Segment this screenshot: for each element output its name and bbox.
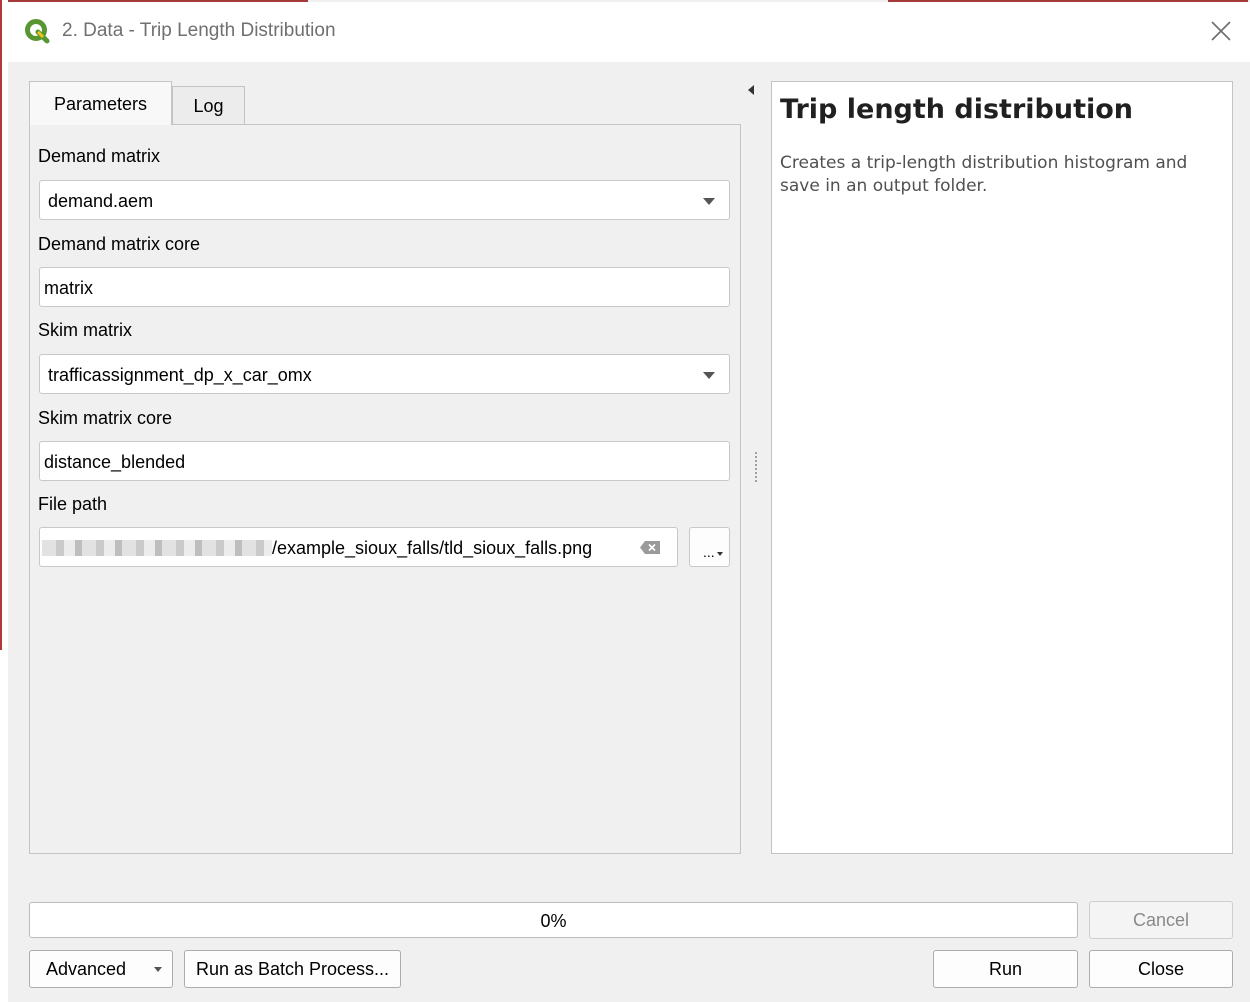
close-button[interactable]: Close bbox=[1089, 950, 1233, 988]
demand-core-input[interactable]: matrix bbox=[39, 267, 730, 307]
chevron-down-icon bbox=[703, 372, 715, 379]
demand-core-label: Demand matrix core bbox=[38, 234, 201, 254]
file-path-value: /example_sioux_falls/tld_sioux_falls.png bbox=[272, 538, 593, 558]
help-description: Creates a trip-length distribution histo… bbox=[780, 153, 1188, 196]
tab-parameters[interactable]: Parameters bbox=[29, 81, 172, 125]
help-title: Trip length distribution bbox=[780, 94, 1134, 125]
run-batch-button[interactable]: Run as Batch Process... bbox=[184, 950, 401, 988]
clear-text-icon[interactable] bbox=[639, 540, 661, 555]
chevron-down-icon bbox=[717, 552, 723, 556]
skim-matrix-label: Skim matrix bbox=[38, 320, 132, 340]
file-path-input[interactable]: /example_sioux_falls/tld_sioux_falls.png bbox=[39, 527, 678, 567]
browse-button[interactable]: ... bbox=[689, 527, 730, 567]
window-title: 2. Data - Trip Length Distribution bbox=[62, 20, 336, 41]
window-left-edge bbox=[0, 0, 8, 1002]
demand-matrix-label: Demand matrix bbox=[38, 146, 161, 166]
skim-core-label: Skim matrix core bbox=[38, 408, 173, 428]
demand-matrix-value: demand.aem bbox=[48, 191, 154, 211]
title-bar: 2. Data - Trip Length Distribution bbox=[8, 2, 1250, 62]
demand-matrix-combo[interactable]: demand.aem bbox=[39, 180, 730, 220]
skim-matrix-combo[interactable]: trafficassignment_dp_x_car_omx bbox=[39, 354, 730, 394]
skim-core-input[interactable]: distance_blended bbox=[39, 441, 730, 481]
help-panel: Trip length distribution Creates a trip-… bbox=[771, 81, 1233, 854]
tab-log[interactable]: Log bbox=[172, 86, 245, 125]
redacted-path bbox=[42, 540, 272, 556]
collapse-arrow-icon[interactable] bbox=[748, 85, 754, 95]
close-icon[interactable] bbox=[1206, 16, 1236, 46]
splitter-handle[interactable] bbox=[755, 452, 757, 484]
skim-core-value: distance_blended bbox=[44, 452, 186, 472]
chevron-down-icon bbox=[703, 198, 715, 205]
browse-label: ... bbox=[703, 544, 715, 560]
demand-core-value: matrix bbox=[44, 278, 93, 298]
advanced-button[interactable]: Advanced bbox=[29, 950, 173, 988]
file-path-label: File path bbox=[38, 494, 108, 514]
tab-parameters-label: Parameters bbox=[53, 94, 148, 114]
run-button[interactable]: Run bbox=[933, 950, 1078, 988]
tab-log-label: Log bbox=[193, 96, 224, 116]
advanced-label: Advanced bbox=[46, 959, 127, 979]
cancel-button[interactable]: Cancel bbox=[1089, 901, 1233, 939]
progress-text: 0% bbox=[540, 911, 567, 931]
skim-matrix-value: trafficassignment_dp_x_car_omx bbox=[48, 365, 312, 385]
qgis-logo-icon bbox=[25, 19, 50, 44]
chevron-down-icon bbox=[154, 967, 162, 972]
progress-bar: 0% bbox=[29, 902, 1078, 938]
